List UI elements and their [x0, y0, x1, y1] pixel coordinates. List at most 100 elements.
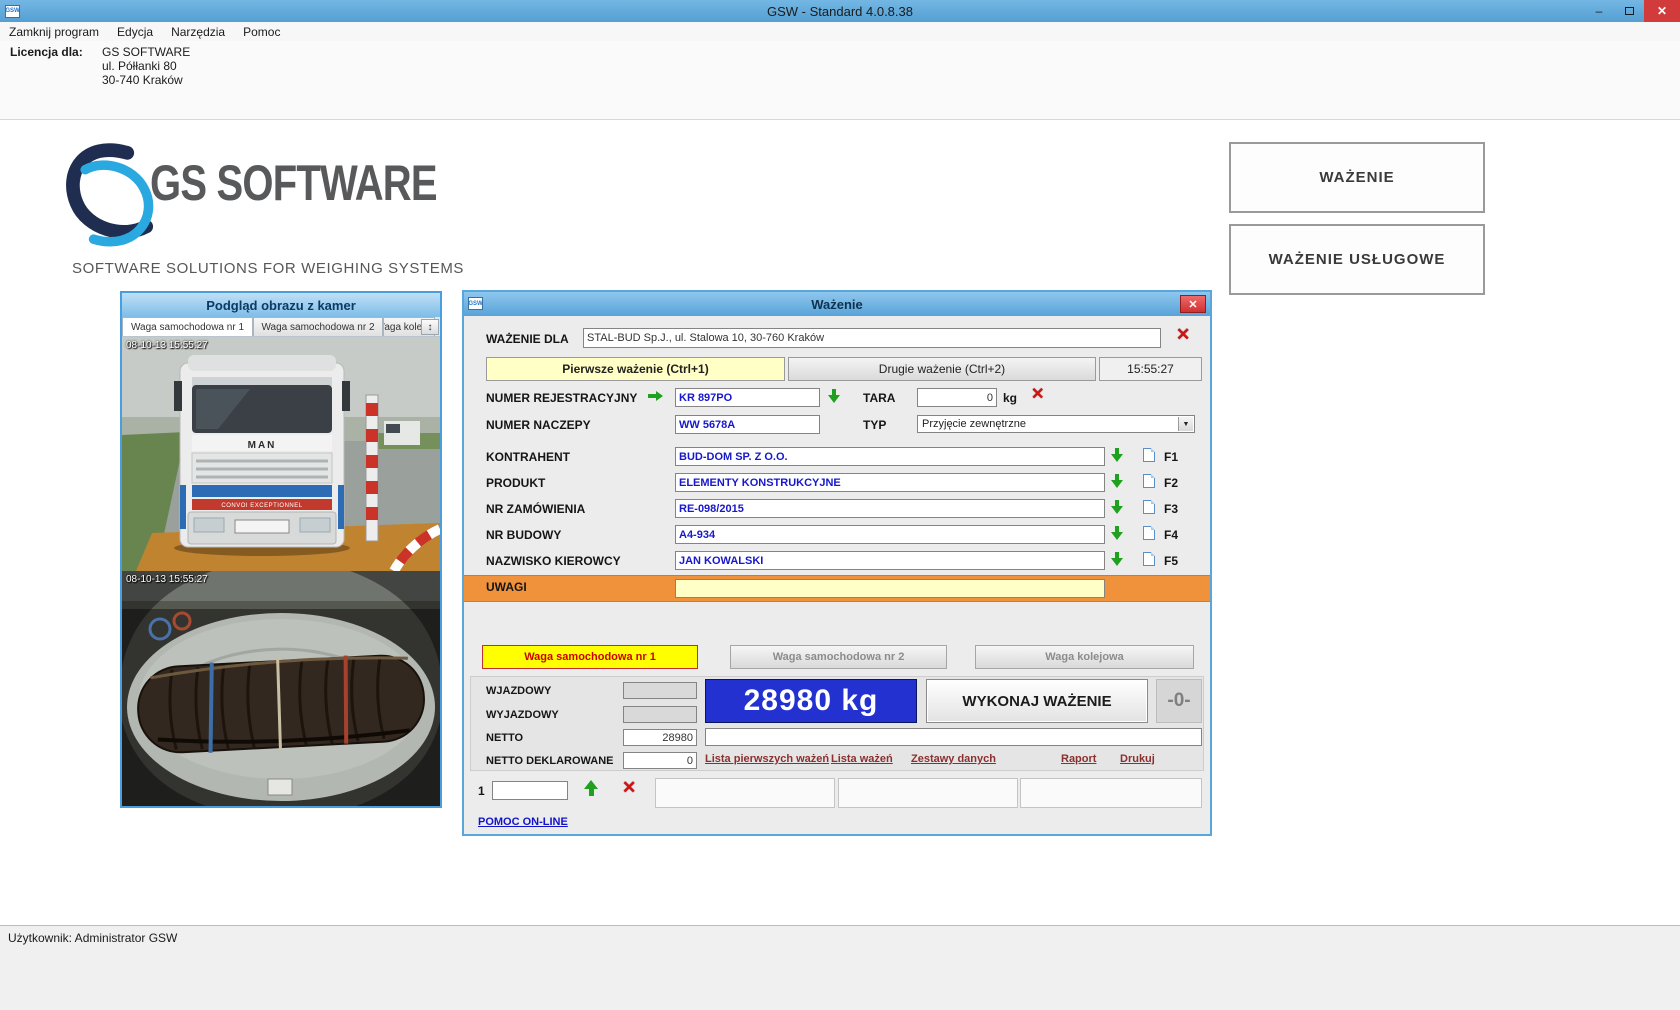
scale-button-waga-2[interactable]: Waga samochodowa nr 2: [730, 645, 947, 669]
dialog-time: 15:55:27: [1099, 357, 1202, 381]
numer-rejestracyjny-label: NUMER REJESTRACYJNY: [486, 391, 637, 405]
minimize-button[interactable]: –: [1584, 0, 1614, 22]
nr-budowy-fkey: F4: [1164, 528, 1178, 542]
nr-budowy-label: NR BUDOWY: [486, 528, 561, 542]
netto-deklarowane-input[interactable]: [623, 752, 697, 769]
gsw-application-window: GSW GSW - Standard 4.0.8.38 – ✕ Zamknij …: [0, 0, 1680, 1010]
footer-index-label: 1: [478, 784, 485, 798]
wyjazdowy-input: [623, 706, 697, 723]
menu-item-zamknij-program[interactable]: Zamknij program: [0, 23, 108, 41]
footer-index-input[interactable]: [492, 781, 568, 800]
wazenie-button[interactable]: WAŻENIE: [1229, 142, 1485, 213]
dialog-close-button[interactable]: ✕: [1180, 295, 1206, 313]
camera-preview-window: Podgląd obrazu z kamer Waga samochodowa …: [120, 291, 442, 808]
menu-item-edycja[interactable]: Edycja: [108, 23, 162, 41]
tara-label: TARA: [863, 391, 895, 405]
menu-item-pomoc[interactable]: Pomoc: [234, 23, 289, 41]
footer-cell-2: [838, 778, 1018, 808]
camera-timestamp-top: 08-10-13 15:55:27: [126, 340, 208, 351]
license-street: ul. Półłanki 80: [102, 59, 190, 73]
produkt-list-icon[interactable]: [1143, 474, 1155, 488]
tab-drugie-wazenie[interactable]: Drugie ważenie (Ctrl+2): [788, 357, 1096, 381]
link-drukuj[interactable]: Drukuj: [1120, 753, 1155, 765]
logo-text: GS SOFTWARE: [150, 154, 437, 212]
gs-software-logo: GS SOFTWARE: [62, 136, 442, 256]
nr-zamowienia-fkey: F3: [1164, 502, 1178, 516]
camera-window-title: Podgląd obrazu z kamer: [122, 293, 440, 317]
nazwisko-kierowcy-lookup-icon[interactable]: [1111, 552, 1123, 566]
link-raport[interactable]: Raport: [1061, 753, 1096, 765]
kontrahent-input[interactable]: [675, 447, 1105, 466]
produkt-label: PRODUKT: [486, 476, 545, 490]
nazwisko-kierowcy-input[interactable]: [675, 551, 1105, 570]
status-bar: Użytkownik: Administrator GSW: [0, 925, 1680, 1010]
camera-timestamp-bottom: 08-10-13 15:55:27: [126, 574, 208, 585]
wyjazdowy-label: WYJAZDOWY: [486, 709, 559, 721]
scale-button-waga-kolejowa[interactable]: Waga kolejowa: [975, 645, 1194, 669]
netto-label: NETTO: [486, 732, 523, 744]
nazwisko-kierowcy-label: NAZWISKO KIEROWCY: [486, 554, 621, 568]
typ-dropdown-arrow-icon[interactable]: ▼: [1178, 417, 1193, 431]
tara-clear-icon[interactable]: ✕: [1031, 388, 1044, 402]
nr-zamowienia-list-icon[interactable]: [1143, 500, 1155, 514]
numer-rejestracyjny-input[interactable]: [675, 388, 820, 407]
camera-tab-bar: Waga samochodowa nr 1 Waga samochodowa n…: [122, 317, 440, 337]
wjazdowy-input: [623, 682, 697, 699]
license-region: Licencja dla: GS SOFTWARE ul. Półłanki 8…: [0, 41, 1680, 120]
nr-budowy-input[interactable]: [675, 525, 1105, 544]
menu-item-narzedzia[interactable]: Narzędzia: [162, 23, 234, 41]
license-info: Licencja dla: GS SOFTWARE ul. Półłanki 8…: [10, 45, 190, 87]
link-lista-wazen[interactable]: Lista ważeń: [831, 753, 893, 765]
camera-tabs-scroll-button[interactable]: ↕: [421, 319, 439, 335]
kontrahent-lookup-icon[interactable]: [1111, 448, 1123, 462]
nr-zamowienia-lookup-icon[interactable]: [1111, 500, 1123, 514]
pomoc-online-link[interactable]: POMOC ON-LINE: [478, 816, 568, 828]
logo-tagline: SOFTWARE SOLUTIONS FOR WEIGHING SYSTEMS: [72, 260, 464, 277]
uwagi-label: UWAGI: [486, 580, 527, 594]
dialog-title: Ważenie: [811, 297, 863, 312]
tara-input[interactable]: [917, 388, 997, 407]
weight-extra-input[interactable]: [705, 728, 1202, 746]
numer-naczepy-input[interactable]: [675, 415, 820, 434]
coil-photo: [122, 571, 440, 806]
typ-dropdown-value: Przyjęcie zewnętrzne: [922, 418, 1026, 430]
dialog-titlebar: GSW Ważenie: [464, 292, 1210, 316]
numer-rejestracyjny-lookup-icon[interactable]: [828, 389, 840, 403]
wykonaj-wazenie-button[interactable]: WYKONAJ WAŻENIE: [926, 679, 1148, 723]
nr-budowy-list-icon[interactable]: [1143, 526, 1155, 540]
nr-budowy-lookup-icon[interactable]: [1111, 526, 1123, 540]
netto-deklarowane-label: NETTO DEKLAROWANE: [486, 755, 614, 767]
camera-tab-waga-2[interactable]: Waga samochodowa nr 2: [253, 317, 383, 337]
numer-naczepy-label: NUMER NACZEPY: [486, 418, 591, 432]
footer-up-arrow-icon[interactable]: [584, 780, 598, 796]
truck-brand-text: MAN: [248, 440, 277, 451]
kontrahent-label: KONTRAHENT: [486, 450, 570, 464]
produkt-input[interactable]: [675, 473, 1105, 492]
uwagi-input[interactable]: [675, 579, 1105, 598]
tab-pierwsze-wazenie[interactable]: Pierwsze ważenie (Ctrl+1): [486, 357, 785, 381]
kontrahent-list-icon[interactable]: [1143, 448, 1155, 462]
nr-zamowienia-input[interactable]: [675, 499, 1105, 518]
camera-tab-waga-1[interactable]: Waga samochodowa nr 1: [122, 317, 253, 337]
wazenie-dla-clear-icon[interactable]: ✕: [1176, 328, 1190, 342]
window-titlebar: GSW GSW - Standard 4.0.8.38 – ✕: [0, 0, 1680, 22]
truck-photo: MAN CONVOI EXCEPTIONNEL: [122, 337, 440, 571]
nazwisko-kierowcy-list-icon[interactable]: [1143, 552, 1155, 566]
produkt-lookup-icon[interactable]: [1111, 474, 1123, 488]
wazenie-dla-input[interactable]: [583, 328, 1161, 348]
footer-clear-icon[interactable]: ✕: [622, 781, 636, 795]
restore-button[interactable]: [1614, 0, 1644, 22]
nazwisko-kierowcy-fkey: F5: [1164, 554, 1178, 568]
typ-label: TYP: [863, 418, 886, 432]
close-button[interactable]: ✕: [1644, 0, 1680, 22]
license-city: 30-740 Kraków: [102, 73, 190, 87]
wazenie-dialog: GSW Ważenie ✕ WAŻENIE DLA ✕ Pierwsze waż…: [462, 290, 1212, 836]
footer-cell-1: [655, 778, 835, 808]
link-lista-pierwszych-wazen[interactable]: Lista pierwszych ważeń: [705, 753, 829, 765]
wazenie-uslugowe-button[interactable]: WAŻENIE USŁUGOWE: [1229, 224, 1485, 295]
link-zestawy-danych[interactable]: Zestawy danych: [911, 753, 996, 765]
nr-zamowienia-label: NR ZAMÓWIENIA: [486, 502, 585, 516]
current-field-arrow-icon: [648, 391, 663, 401]
scale-button-waga-1[interactable]: Waga samochodowa nr 1: [482, 645, 698, 669]
typ-dropdown[interactable]: Przyjęcie zewnętrzne ▼: [917, 415, 1195, 433]
